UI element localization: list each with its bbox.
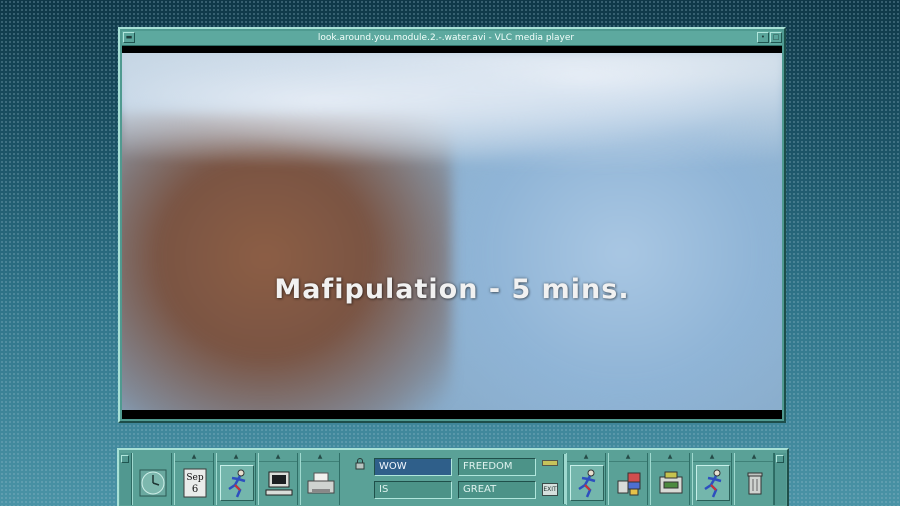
- subpanel-arrow-icon[interactable]: ▲: [175, 453, 213, 462]
- title-bar[interactable]: ▬ look.around.you.module.2.-.water.avi -…: [122, 31, 782, 46]
- app-manager-launcher[interactable]: ▲: [650, 453, 690, 505]
- running-man-icon: [578, 469, 596, 498]
- front-panel: ▲ Sep 6 ▲ ▲ ▲ WOW IS FREEDOM GREAT EXIT …: [117, 448, 789, 506]
- clock-launcher[interactable]: [132, 453, 172, 505]
- busy-indicator: [542, 460, 558, 466]
- vlc-window[interactable]: ▬ look.around.you.module.2.-.water.avi -…: [118, 27, 786, 423]
- workspace-button-is[interactable]: IS: [374, 481, 452, 499]
- video-frame: Mafipulation - 5 mins.: [122, 53, 782, 410]
- calendar-icon: Sep 6: [183, 468, 207, 498]
- running-man-launcher-right-2[interactable]: ▲: [692, 453, 732, 505]
- clock-icon: [139, 469, 167, 497]
- subpanel-arrow-icon[interactable]: ▲: [693, 453, 731, 462]
- panel-handle-left[interactable]: [120, 453, 132, 505]
- subpanel-arrow-icon[interactable]: ▲: [567, 453, 605, 462]
- video-area[interactable]: Mafipulation - 5 mins.: [122, 46, 782, 419]
- workspace-button-wow[interactable]: WOW: [374, 458, 452, 476]
- printer-icon: [307, 472, 335, 494]
- panel-handle-right[interactable]: [774, 453, 786, 505]
- subpanel-arrow-icon[interactable]: ▲: [651, 453, 689, 462]
- running-man-icon: [704, 469, 722, 498]
- style-manager-launcher[interactable]: ▲: [608, 453, 648, 505]
- calendar-launcher[interactable]: ▲ Sep 6: [174, 453, 214, 505]
- subpanel-arrow-icon[interactable]: ▲: [735, 453, 773, 462]
- subpanel-arrow-icon[interactable]: ▲: [259, 453, 297, 462]
- calendar-day: 6: [192, 484, 198, 495]
- subpanel-arrow-icon[interactable]: ▲: [217, 453, 255, 462]
- app-manager-icon: [659, 471, 683, 494]
- style-manager-icon: [617, 472, 641, 496]
- subpanel-arrow-icon[interactable]: ▲: [609, 453, 647, 462]
- calendar-month: Sep: [186, 473, 203, 483]
- lock-icon[interactable]: [354, 458, 366, 470]
- window-title: look.around.you.module.2.-.water.avi - V…: [317, 33, 575, 43]
- trash-launcher[interactable]: ▲: [734, 453, 774, 505]
- running-man-launcher-left[interactable]: ▲: [216, 453, 256, 505]
- printer-launcher[interactable]: ▲: [300, 453, 340, 505]
- running-man-icon: [228, 469, 246, 498]
- exit-button[interactable]: EXIT: [542, 483, 558, 496]
- workspace-button-freedom[interactable]: FREEDOM: [458, 458, 536, 476]
- workstation-launcher[interactable]: ▲: [258, 453, 298, 505]
- workstation-icon: [265, 471, 293, 496]
- trash-icon: [747, 472, 763, 495]
- subpanel-arrow-icon[interactable]: ▲: [301, 453, 339, 462]
- maximize-icon[interactable]: □: [770, 32, 782, 43]
- video-subtitle: Mafipulation - 5 mins.: [274, 274, 630, 305]
- minimize-icon[interactable]: •: [757, 32, 769, 43]
- window-menu-icon[interactable]: ▬: [123, 32, 135, 43]
- running-man-launcher-right-1[interactable]: ▲: [566, 453, 606, 505]
- workspace-button-great[interactable]: GREAT: [458, 481, 536, 499]
